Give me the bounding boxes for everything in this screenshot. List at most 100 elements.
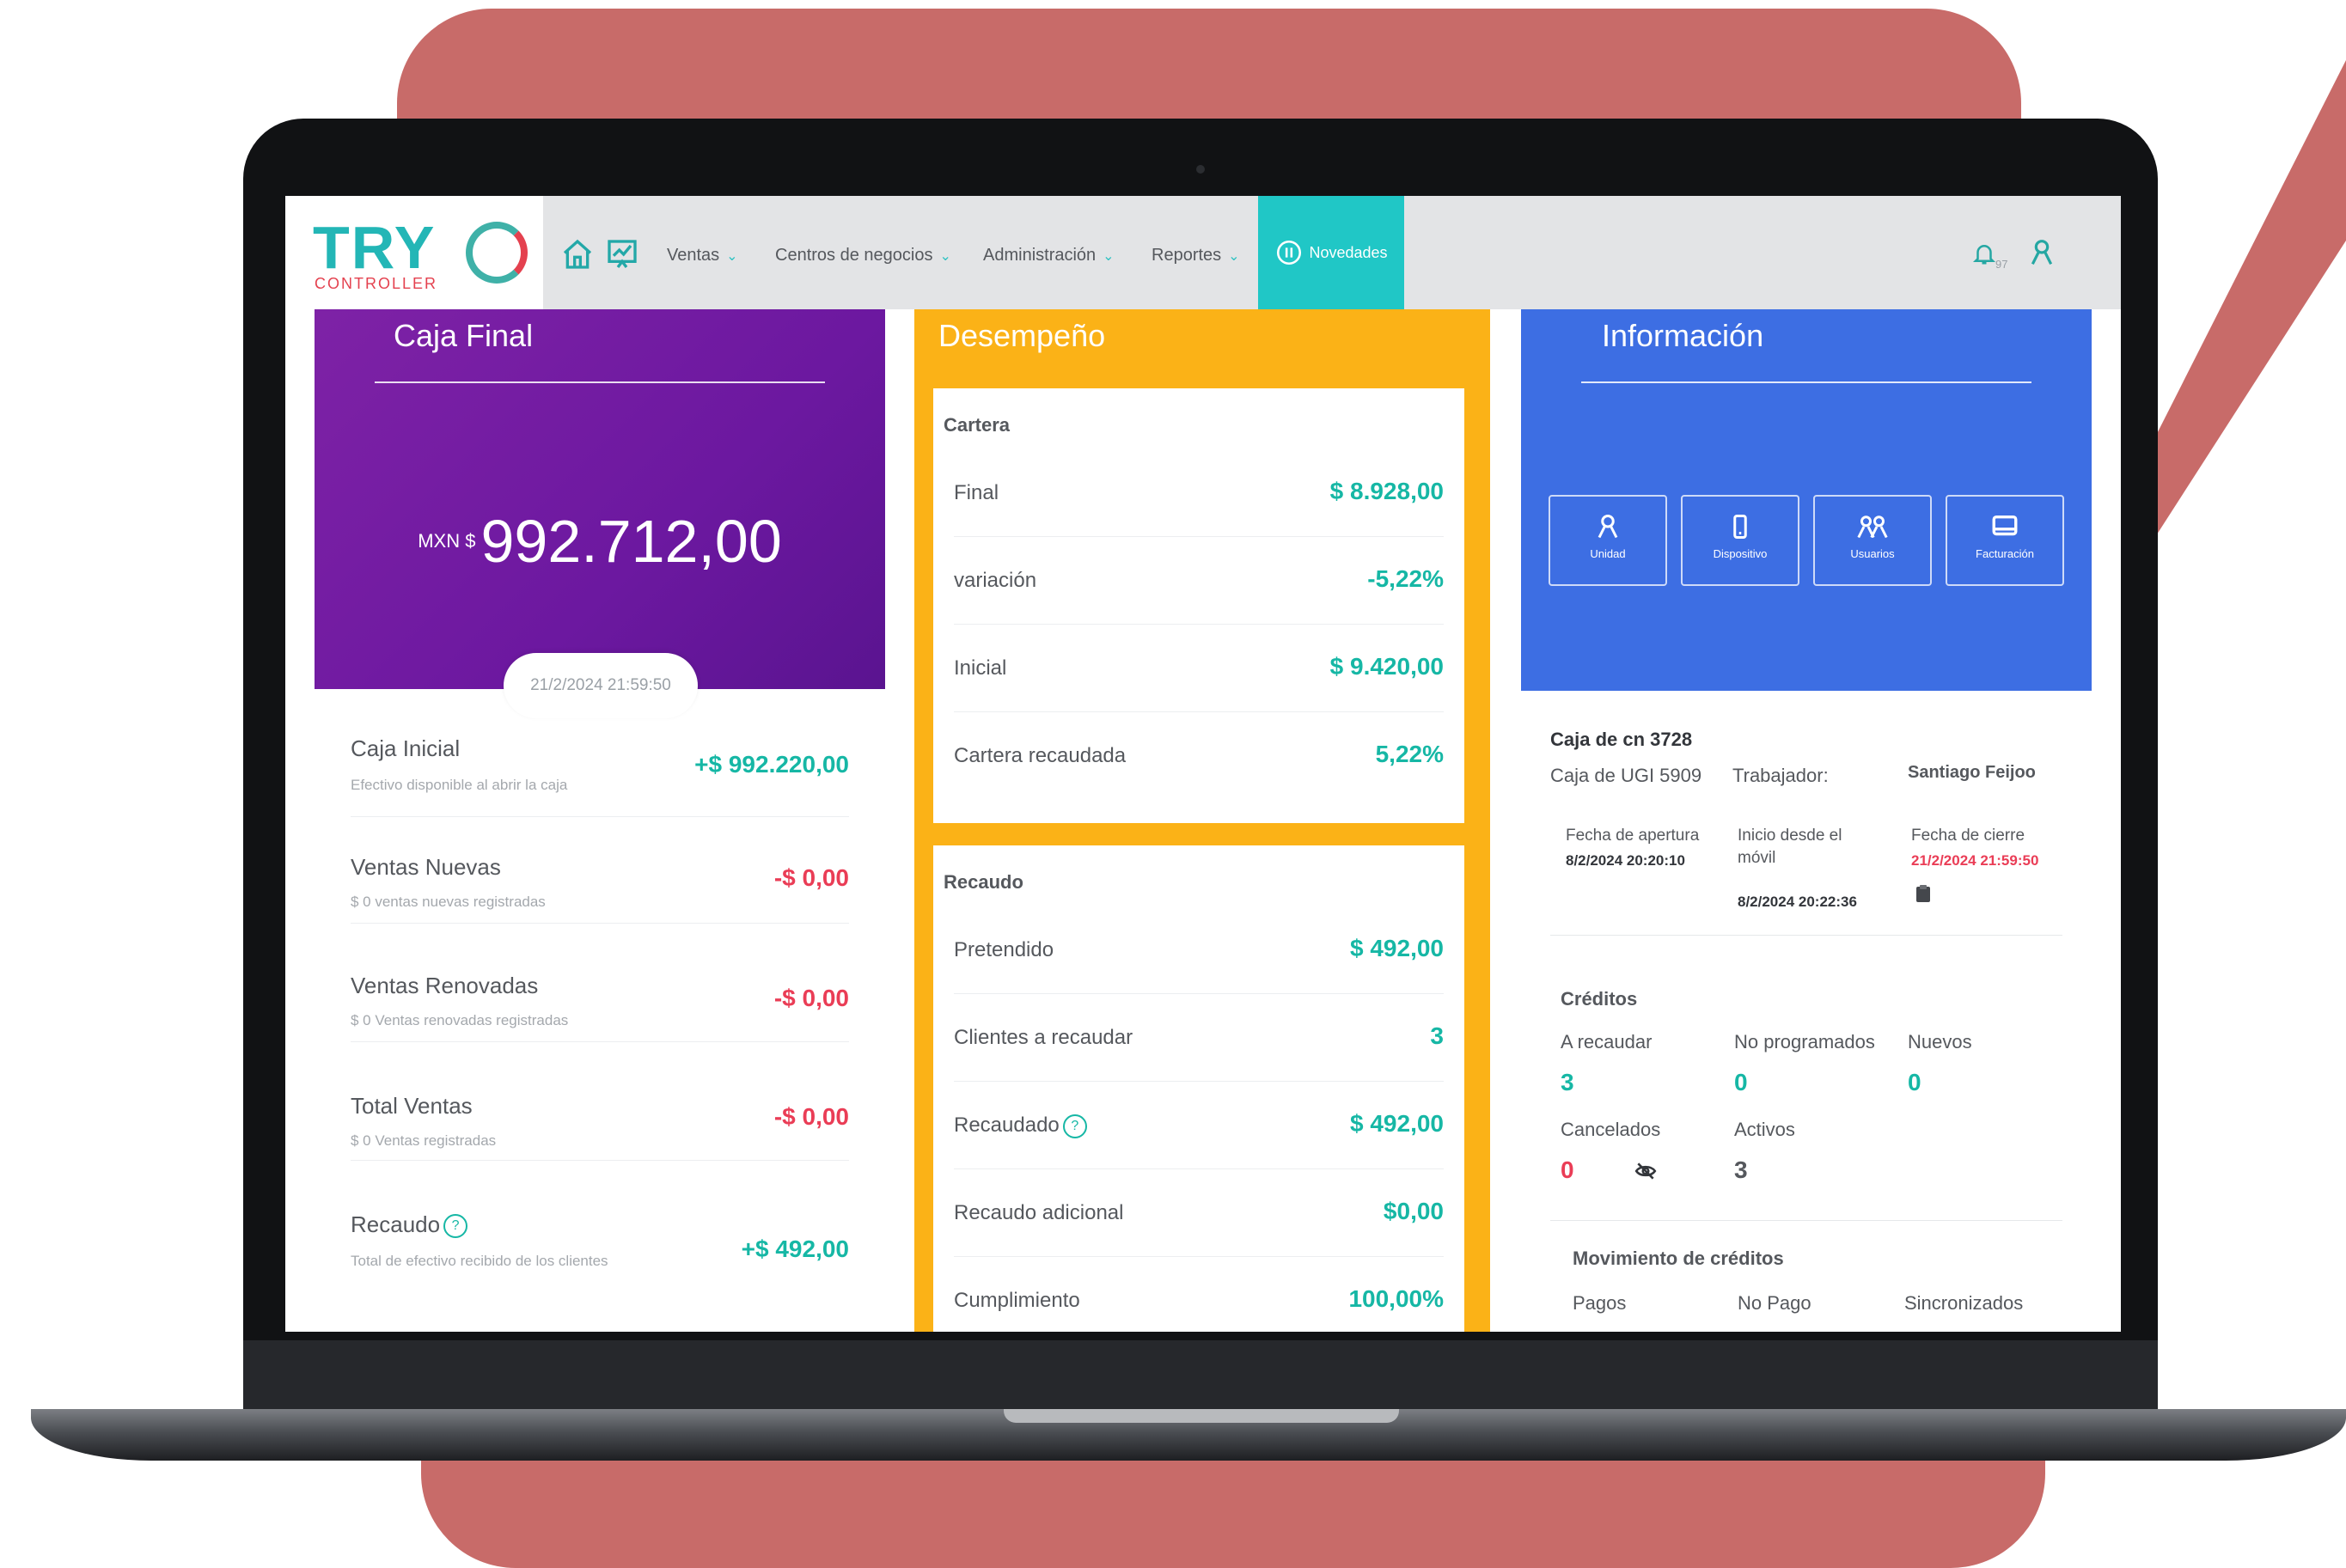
users-icon <box>1857 516 1888 539</box>
row-label-text: Recaudado <box>954 1113 1060 1137</box>
tile-usuarios[interactable]: Usuarios <box>1813 495 1932 586</box>
row-value: -$ 0,00 <box>773 985 849 1011</box>
list-item: Recaudo? Total de efectivo recibido de l… <box>351 1193 849 1313</box>
tile-label: Facturación <box>1976 547 2034 560</box>
nav-centros-de-negocios[interactable]: Centros de negocios ⌄ <box>775 246 951 265</box>
list-item: Ventas Renovadas $ 0 Ventas renovadas re… <box>351 955 849 1042</box>
dashboard-chart-icon[interactable] <box>605 237 639 272</box>
nav-novedades[interactable]: Novedades <box>1258 196 1404 309</box>
list-item: Clientes a recaudar 3 <box>954 995 1444 1082</box>
row-value: 5,22% <box>1375 741 1444 767</box>
tile-dispositivo[interactable]: Dispositivo <box>1681 495 1799 586</box>
cartera-panel: Cartera Final $ 8.928,00 variación -5,22… <box>933 388 1464 823</box>
row-label: Final <box>954 481 999 504</box>
help-icon[interactable]: ? <box>443 1214 468 1239</box>
informacion-card: Información Unidad Dispositivo Usuarios … <box>1521 309 2092 1332</box>
row-title: Total Ventas <box>351 1093 473 1119</box>
inicio-label: Inicio desde el móvil <box>1738 827 1842 867</box>
list-item: Final $ 8.928,00 <box>954 450 1444 537</box>
card-title: Caja Final <box>394 318 534 353</box>
home-icon[interactable] <box>560 237 595 272</box>
user-icon[interactable] <box>2028 237 2056 272</box>
row-label: Clientes a recaudar <box>954 1026 1133 1049</box>
list-item: Recaudo adicional $0,00 <box>954 1170 1444 1257</box>
no-programados-value: 0 <box>1734 1069 1748 1095</box>
row-subtitle: Total de efectivo recibido de los client… <box>351 1253 608 1269</box>
row-value: -$ 0,00 <box>773 1103 849 1130</box>
tile-label: Unidad <box>1590 547 1626 560</box>
a-recaudar-label: A recaudar <box>1561 1031 1653 1052</box>
chevron-down-icon: ⌄ <box>726 248 738 264</box>
row-label: Cumplimiento <box>954 1289 1080 1312</box>
cancelados-label: Cancelados <box>1561 1119 1661 1140</box>
desempeno-card: Desempeño Cartera Final $ 8.928,00 varia… <box>914 309 1490 1332</box>
row-label: Recaudado? <box>954 1113 1087 1138</box>
list-item: Ventas Nuevas $ 0 ventas nuevas registra… <box>351 837 849 924</box>
no-pago-label: No Pago <box>1738 1292 1811 1314</box>
list-item: Caja Inicial Efectivo disponible al abri… <box>351 730 849 817</box>
tile-facturacion[interactable]: Facturación <box>1946 495 2064 586</box>
caja-sub: Caja de UGI 5909 <box>1550 765 1702 786</box>
row-value: -$ 0,00 <box>773 864 849 891</box>
cierre-value: 21/2/2024 21:59:50 <box>1911 852 2039 869</box>
apertura-value: 8/2/2024 20:20:10 <box>1566 852 1685 869</box>
phone-icon <box>1733 515 1747 539</box>
nav-reportes[interactable]: Reportes ⌄ <box>1152 246 1240 265</box>
help-icon[interactable]: ? <box>1062 1113 1087 1138</box>
row-title-text: Recaudo <box>351 1211 441 1237</box>
cancelados-value: 0 <box>1561 1156 1574 1183</box>
logo-subtitle: CONTROLLER <box>315 275 438 292</box>
user-icon <box>1598 515 1618 539</box>
list-item: Cumplimiento 100,00% <box>954 1258 1444 1332</box>
news-icon <box>1277 240 1302 265</box>
nuevos-label: Nuevos <box>1908 1031 1972 1052</box>
trabajador-name: Santiago Feijoo <box>1908 763 2036 782</box>
a-recaudar-value: 3 <box>1561 1069 1574 1095</box>
row-subtitle: $ 0 ventas nuevas registradas <box>351 894 546 910</box>
clipboard-icon[interactable] <box>1913 882 1934 910</box>
cierre-label: Fecha de cierre <box>1911 827 2025 845</box>
card-title: Desempeño <box>938 318 1106 353</box>
list-item: Pretendido $ 492,00 <box>954 907 1444 994</box>
row-label: variación <box>954 569 1037 592</box>
nav-label: Administración <box>983 246 1097 265</box>
row-label: Pretendido <box>954 938 1054 961</box>
row-title: Caja Inicial <box>351 735 461 761</box>
row-value: $ 8.928,00 <box>1329 478 1444 504</box>
chevron-down-icon: ⌄ <box>939 248 951 264</box>
top-nav: TRY CONTROLLER Ventas ⌄ Centros de negoci… <box>285 196 2121 309</box>
caja-amount: MXN $992.712,00 <box>315 507 885 576</box>
pagos-label: Pagos <box>1573 1292 1627 1314</box>
inicio-value: 8/2/2024 20:22:36 <box>1738 894 1857 910</box>
tile-unidad[interactable]: Unidad <box>1549 495 1667 586</box>
caja-final-card: Caja Final MXN $992.712,00 21/2/2024 21:… <box>315 309 885 1332</box>
currency-label: MXN $ <box>418 530 476 552</box>
logo-text: TRY <box>313 214 437 281</box>
eye-off-icon[interactable] <box>1634 1160 1657 1187</box>
row-title: Recaudo? <box>351 1211 468 1239</box>
nav-label: Novedades <box>1309 243 1388 261</box>
laptop-chin <box>243 1340 2158 1413</box>
row-title: Ventas Nuevas <box>351 854 501 880</box>
row-value: -5,22% <box>1367 565 1444 592</box>
nav-administracion[interactable]: Administración ⌄ <box>983 246 1115 265</box>
nav-label: Reportes <box>1152 246 1222 265</box>
list-item: Cartera recaudada 5,22% <box>954 713 1444 799</box>
nav-label: Centros de negocios <box>775 246 933 265</box>
bell-icon[interactable] <box>1971 239 1997 275</box>
camera <box>1196 165 1205 174</box>
row-value: 3 <box>1430 1022 1444 1049</box>
informacion-header: Información Unidad Dispositivo Usuarios … <box>1521 309 2092 691</box>
no-programados-label: No programados <box>1734 1031 1875 1052</box>
divider <box>1550 935 2062 936</box>
tile-label: Dispositivo <box>1713 547 1768 560</box>
row-value: +$ 992.220,00 <box>694 751 849 778</box>
laptop-notch <box>1004 1409 1399 1423</box>
date-text: 21/2/2024 21:59:50 <box>530 676 671 694</box>
activos-label: Activos <box>1734 1119 1795 1140</box>
nav-ventas[interactable]: Ventas ⌄ <box>667 246 738 265</box>
caja-date-badge: 21/2/2024 21:59:50 <box>504 653 698 718</box>
creditos-title: Créditos <box>1561 988 1638 1010</box>
logo[interactable]: TRY CONTROLLER <box>285 196 543 309</box>
chevron-down-icon: ⌄ <box>1228 248 1240 264</box>
